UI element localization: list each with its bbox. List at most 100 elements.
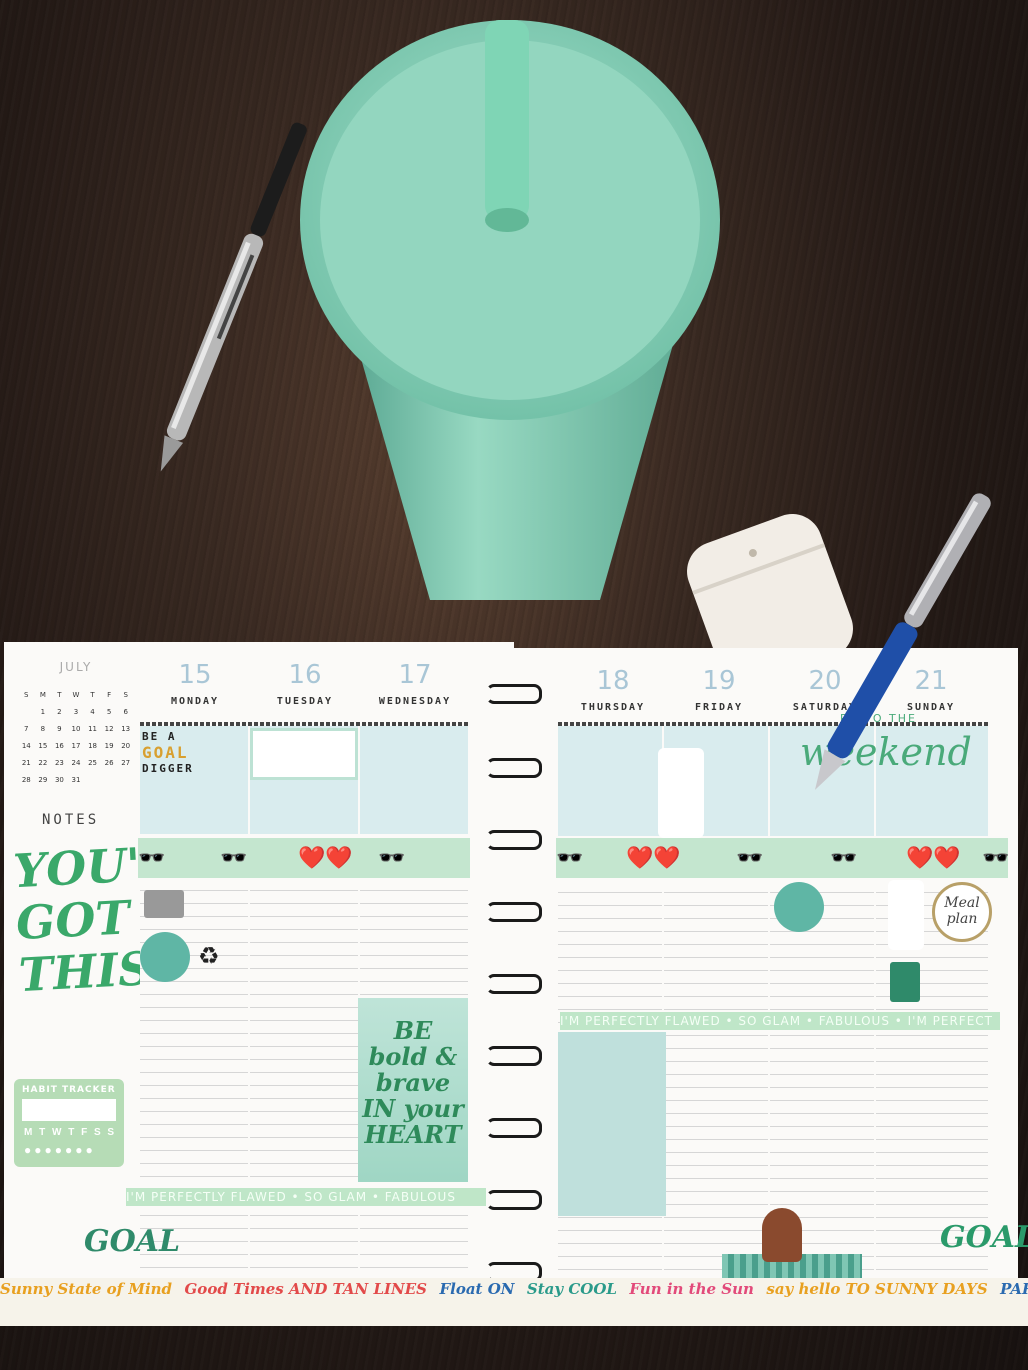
heart-icon: ❤️❤️	[298, 845, 353, 870]
binder-ring	[486, 902, 542, 922]
day-header-thursday: 18 THURSDAY	[558, 666, 668, 713]
sunglasses-icon: 🕶️	[736, 845, 764, 870]
mini-calendar: JULY S M T W T F S 1 2 3 4 5 6 7 8 9 10 …	[18, 660, 134, 788]
day-header-wednesday: 17 WEDNESDAY	[360, 660, 470, 707]
date-cell: 4	[90, 707, 95, 716]
flower-frame-sticker	[250, 728, 358, 780]
laptop-icon	[144, 890, 184, 918]
date-cell: 14	[21, 741, 31, 750]
habit-tracker-sticker: HABIT TRACKER M T W T F S S ●●●●●●●	[14, 1079, 124, 1167]
weekday-header: W	[72, 690, 80, 699]
mini-calendar-grid: S M T W T F S 1 2 3 4 5 6 7 8 9 10 11 12…	[18, 686, 134, 788]
day-number: 17	[398, 660, 432, 690]
date-cell: 28	[21, 775, 31, 784]
weekday-header: F	[107, 690, 112, 699]
washi-phrase: Float ON	[439, 1280, 515, 1298]
tuesday-lines	[250, 878, 358, 1298]
day-name: THURSDAY	[580, 702, 646, 713]
date-cell: 1	[40, 707, 46, 716]
day-name: WEDNESDAY	[378, 696, 452, 707]
date-cell: 25	[88, 758, 97, 767]
date-cell: 9	[57, 724, 62, 733]
date-cell: 20	[121, 741, 131, 750]
sunglasses-icon: 🕶️	[138, 845, 166, 870]
money-girl-sticker	[658, 748, 704, 838]
tumbler-cup	[300, 20, 720, 600]
goal-sticker-left: GOAL	[84, 1224, 181, 1259]
day-header-monday: 15 MONDAY	[140, 660, 250, 707]
date-cell: 29	[38, 775, 48, 784]
date-cell	[117, 771, 134, 788]
date-cell: 12	[104, 724, 114, 733]
planner-page-left: JULY S M T W T F S 1 2 3 4 5 6 7 8 9 10 …	[4, 642, 514, 1324]
sunglasses-icon: 🕶️	[556, 845, 584, 870]
wednesday-top-block	[360, 726, 468, 834]
date-cell: 22	[38, 758, 48, 767]
bottom-washi-tape: Sunny State of Mind Good Times AND TAN L…	[0, 1278, 1028, 1326]
habit-tracker-box	[22, 1099, 116, 1121]
date-cell: 7	[24, 724, 29, 733]
washi-phrase: say hello TO SUNNY DAYS	[766, 1280, 988, 1298]
date-cell: 10	[71, 724, 81, 733]
perfect-strip-left: I'M PERFECTLY FLAWED • SO GLAM • FABULOU…	[126, 1188, 486, 1206]
day-header-friday: 19 FRIDAY	[664, 666, 774, 713]
meal-plan-line: plan	[946, 911, 978, 927]
weekday-header: T	[57, 690, 62, 699]
date-cell: 17	[71, 741, 81, 750]
date-cell: 13	[121, 724, 131, 733]
photo-scene: JULY S M T W T F S 1 2 3 4 5 6 7 8 9 10 …	[0, 0, 1028, 1370]
washi-phrase: Sunny State of Mind	[0, 1280, 173, 1298]
date-cell: 31	[71, 775, 81, 784]
weekday-header: S	[123, 690, 128, 699]
washi-phrase: PARADISE POOLSIDE	[1000, 1280, 1028, 1298]
date-cell: 18	[88, 741, 97, 750]
day-number: 15	[178, 660, 212, 690]
card-line: brave	[375, 1068, 451, 1097]
habit-dots: ●●●●●●●	[24, 1143, 96, 1157]
date-cell	[101, 771, 118, 788]
sunglasses-icon: 🕶️	[982, 845, 1008, 870]
habit-tracker-label: HABIT TRACKER	[22, 1085, 116, 1095]
sticker-line: BE A	[142, 730, 177, 743]
card-line: IN your	[362, 1094, 464, 1123]
date-cell	[18, 703, 35, 720]
day-number: 18	[596, 666, 630, 696]
habit-days: M T W T F S S	[24, 1127, 117, 1138]
binder-ring	[486, 830, 542, 850]
date-cell: 16	[54, 741, 64, 750]
binder-ring	[486, 1046, 542, 1066]
date-cell: 30	[54, 775, 64, 784]
sunglasses-icon: 🕶️	[220, 845, 248, 870]
thursday-top-block	[558, 726, 662, 836]
date-cell: 2	[57, 707, 62, 716]
perfect-strip-right: I'M PERFECTLY FLAWED • SO GLAM • FABULOU…	[560, 1012, 1000, 1030]
date-cell: 27	[121, 758, 131, 767]
day-number: 16	[288, 660, 322, 690]
goal-sticker-right: GOAL	[940, 1220, 1028, 1255]
girl-shopping-sticker	[888, 880, 924, 950]
date-cell: 5	[106, 707, 112, 716]
mini-calendar-month: JULY	[59, 660, 93, 674]
beach-girl-sticker	[722, 1208, 862, 1278]
sunglasses-washi-left: 🕶️ 🕶️ ❤️❤️ 🕶️	[138, 838, 470, 878]
meal-plan-sticker: Meal plan	[932, 882, 992, 942]
day-name: FRIDAY	[694, 702, 744, 713]
sunglasses-icon: 🕶️	[378, 845, 406, 870]
washi-phrase: Fun in the Sun	[629, 1280, 754, 1298]
binder-ring	[486, 1190, 542, 1210]
date-cell: 26	[104, 758, 114, 767]
binder-ring	[486, 1118, 542, 1138]
binder-ring	[486, 758, 542, 778]
weekday-header: S	[24, 690, 29, 699]
date-cell	[84, 771, 101, 788]
binder-ring	[486, 974, 542, 994]
card-line: BE	[393, 1016, 433, 1045]
date-cell: 15	[38, 741, 48, 750]
sun-hat-pattern-sticker	[558, 1032, 666, 1216]
trash-icon	[140, 932, 190, 982]
weekday-header: T	[90, 690, 95, 699]
weekday-header: M	[39, 690, 46, 699]
sticker-line: GOAL	[142, 743, 189, 762]
heart-icon: ❤️❤️	[906, 845, 961, 870]
date-cell: 19	[104, 741, 114, 750]
